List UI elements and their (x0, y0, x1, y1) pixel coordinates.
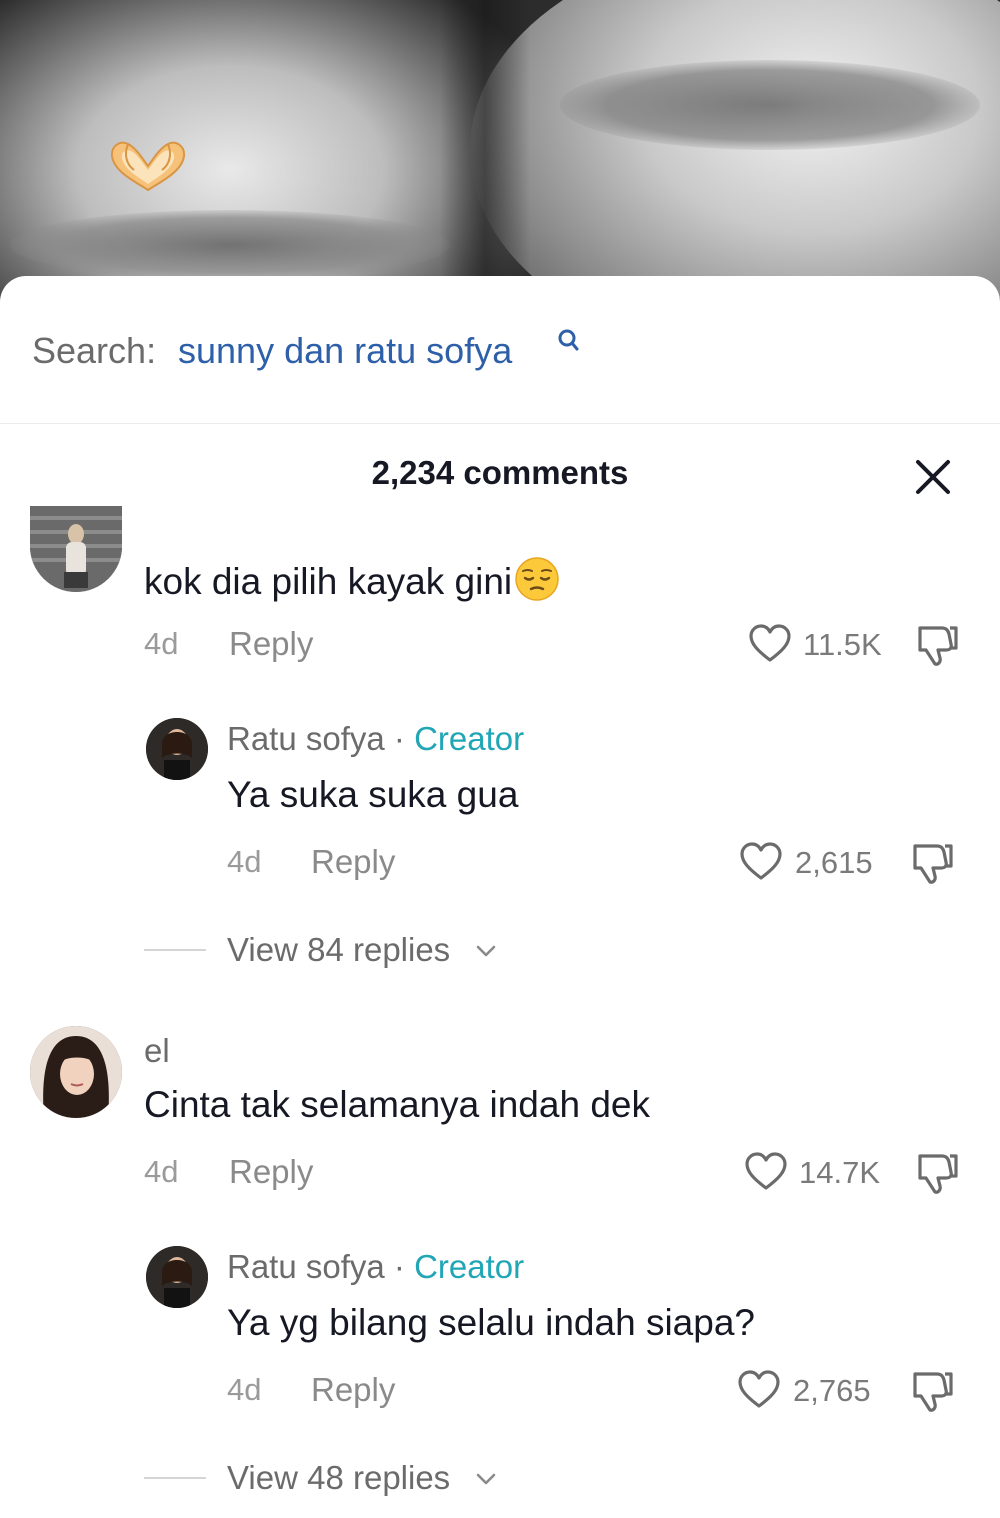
comment-text: kok dia pilih kayak gini (144, 556, 560, 603)
view-replies-button[interactable]: View 48 replies (227, 1459, 450, 1497)
reply-time: 4d (227, 1372, 262, 1407)
comment-username[interactable]: el (144, 1032, 170, 1070)
dislike-icon[interactable] (909, 1368, 955, 1414)
dislike-icon[interactable] (909, 840, 955, 886)
video-shadow-right (560, 60, 980, 150)
heart-hands-icon (110, 141, 186, 192)
reply-button[interactable]: Reply (229, 1153, 313, 1191)
search-term-link[interactable]: sunny dan ratu sofya (178, 330, 512, 372)
reply-time: 4d (227, 844, 262, 879)
reply-username[interactable]: Ratu sofya · Creator (227, 720, 524, 758)
comment-time: 4d (144, 626, 179, 661)
heart-icon[interactable] (748, 624, 792, 664)
chevron-down-icon[interactable] (475, 1472, 497, 1486)
reply-button[interactable]: Reply (229, 625, 313, 663)
dislike-icon[interactable] (914, 1150, 960, 1196)
comments-count-title: 2,234 comments (371, 454, 629, 491)
heart-icon[interactable] (744, 1152, 788, 1192)
comments-sheet: Search: sunny dan ratu sofya 2,234 comme… (0, 276, 1000, 1518)
creator-badge: Creator (414, 1248, 525, 1285)
creator-badge: Creator (414, 720, 525, 757)
heart-icon[interactable] (739, 842, 783, 882)
comment-text: Cinta tak selamanya indah dek (144, 1084, 650, 1125)
search-label: Search: (32, 330, 157, 371)
reply-text: Ya suka suka gua (227, 774, 519, 815)
heart-icon[interactable] (737, 1370, 781, 1410)
search-icon[interactable] (557, 328, 579, 352)
close-icon[interactable] (912, 456, 954, 498)
like-count: 14.7K (799, 1155, 881, 1190)
dislike-icon[interactable] (914, 622, 960, 668)
avatar[interactable] (146, 718, 208, 780)
pensive-face-icon (515, 557, 559, 601)
search-suggestion-bar[interactable]: Search: sunny dan ratu sofya (0, 276, 1000, 424)
reply-button[interactable]: Reply (311, 843, 395, 881)
reply-button[interactable]: Reply (311, 1371, 395, 1409)
view-replies-button[interactable]: View 84 replies (227, 931, 450, 969)
reply-username[interactable]: Ratu sofya · Creator (227, 1248, 524, 1286)
reply-text: Ya yg bilang selalu indah siapa? (227, 1302, 755, 1343)
divider (144, 1477, 206, 1479)
like-count: 2,615 (795, 845, 873, 880)
chevron-down-icon[interactable] (475, 944, 497, 958)
like-count: 11.5K (803, 627, 882, 662)
avatar[interactable] (146, 1246, 208, 1308)
divider (144, 949, 206, 951)
comment-time: 4d (144, 1154, 179, 1189)
like-count: 2,765 (793, 1373, 871, 1408)
avatar[interactable] (30, 1026, 122, 1118)
avatar[interactable] (30, 506, 122, 592)
video-shadow-left (10, 210, 450, 280)
